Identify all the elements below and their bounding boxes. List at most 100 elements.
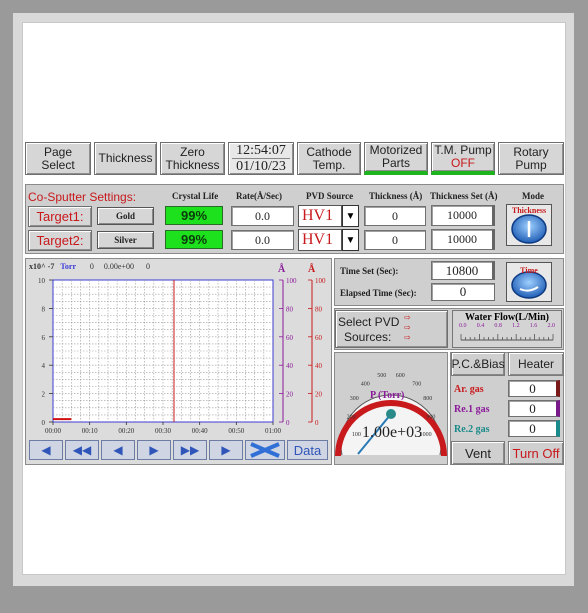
col-thickness-set: Thickness Set (Å): [430, 191, 498, 201]
zero-thickness-button[interactable]: Zero Thickness: [160, 142, 225, 175]
y-mid-tick-label: 40: [286, 362, 294, 370]
y-right-tick-label: 0: [315, 419, 319, 427]
re1-gas-input[interactable]: 0: [508, 400, 560, 417]
re2-gas-label: Re.2 gas: [454, 424, 490, 435]
wf-tick-0: 0.0: [459, 323, 467, 329]
re2-gas-input[interactable]: 0: [508, 420, 560, 437]
page-select-button[interactable]: Page Select: [25, 142, 91, 175]
target2-source-select[interactable]: HV1: [298, 229, 342, 251]
target2-source-dropdown[interactable]: ▼: [342, 229, 359, 251]
pc-bias-button[interactable]: P.C.&Bias: [451, 352, 505, 376]
target1-source-value: HV1: [302, 207, 334, 224]
wf-tick-3: 1.2: [512, 323, 520, 329]
time-mode-label: Time: [520, 266, 538, 275]
turn-off-button[interactable]: Turn Off: [508, 441, 564, 465]
gauge-hub: [386, 409, 396, 419]
nav-forward-button[interactable]: ▶: [137, 440, 171, 460]
arrow-right-icon: ⇨: [404, 323, 411, 332]
y-left-tick-label: 8: [42, 305, 46, 313]
gauge-scale-label: 600: [396, 373, 405, 379]
nav-fast-forward-button[interactable]: ▶▶: [173, 440, 207, 460]
motorized-parts-line2: Parts: [381, 156, 410, 170]
ar-gas-input[interactable]: 0: [508, 380, 560, 397]
target1-crystal-life-value: 99%: [180, 208, 208, 223]
step-back-icon: ◀: [113, 443, 123, 457]
gauge-scale-label: 200: [347, 414, 356, 420]
elapsed-time-value: 0: [459, 284, 467, 299]
target1-thickness: 0: [364, 206, 426, 226]
select-pvd-label-1: Select PVD: [338, 315, 400, 329]
motorized-parts-button[interactable]: Motorized Parts: [364, 142, 428, 175]
nav-last-button[interactable]: ▶: [209, 440, 243, 460]
y-right-tick-label: 20: [315, 391, 323, 399]
gauge-scale-label: 300: [350, 396, 359, 402]
vent-button[interactable]: Vent: [451, 441, 505, 465]
target1-label: Target1:: [36, 209, 84, 224]
nav-back-button[interactable]: ◀: [101, 440, 135, 460]
heater-button[interactable]: Heater: [508, 352, 564, 376]
target2-rate: 0.0: [231, 230, 294, 250]
target1-button[interactable]: Target1:: [28, 206, 92, 227]
y-mid-unit: Å: [278, 263, 286, 275]
gauge-scale-label: 700: [412, 381, 421, 387]
target1-material[interactable]: Gold: [97, 207, 154, 225]
time-set-input[interactable]: 10800: [431, 261, 495, 280]
target1-rate-value: 0.0: [255, 208, 270, 223]
cathode-temp-button[interactable]: Cathode Temp.: [297, 142, 361, 175]
co-sputter-title: Co-Sputter Settings:: [28, 190, 137, 204]
target1-thickness-set-value: 10000: [447, 208, 477, 222]
y-right-tick-label: 80: [315, 305, 323, 313]
mode-thickness-button[interactable]: Thickness: [506, 204, 552, 246]
col-mode: Mode: [522, 191, 544, 201]
zoom-button[interactable]: [245, 440, 285, 460]
target1-source-dropdown[interactable]: ▼: [342, 205, 359, 227]
thickness-button[interactable]: Thickness: [94, 142, 157, 175]
select-pvd-sources-button[interactable]: Select PVD Sources:: [335, 310, 448, 348]
water-flow-ticks: [460, 334, 554, 341]
water-flow-scale: 0.0 0.4 0.8 1.2 1.6 2.0: [453, 323, 561, 329]
ar-gas-label: Ar. gas: [454, 384, 484, 395]
y-left-tick-label: 6: [42, 334, 46, 342]
pressure-chart: 1086420Å100806040200Å10080604020000:00 00…: [38, 263, 326, 435]
target1-source-select[interactable]: HV1: [298, 205, 342, 227]
y-right-tick-label: 100: [315, 277, 326, 285]
col-rate: Rate(Å/Sec): [236, 191, 282, 201]
data-button[interactable]: Data: [287, 440, 328, 460]
target1-thickness-set-input[interactable]: 10000: [431, 205, 495, 226]
y-left-tick-label: 0: [42, 419, 46, 427]
y-left-tick-label: 10: [38, 277, 46, 285]
col-thickness: Thickness (Å): [369, 191, 423, 201]
vent-label: Vent: [464, 445, 492, 461]
wf-tick-4: 1.6: [529, 323, 538, 329]
nav-first-button[interactable]: ◀: [29, 440, 63, 460]
gauge-label: P (Torr): [370, 390, 405, 401]
gauge-value: 1.00e+03: [362, 424, 423, 441]
target2-thickness-value: 0: [392, 232, 398, 247]
time-mode-button[interactable]: Time: [506, 262, 552, 302]
re1-gas-label: Re.1 gas: [454, 404, 490, 415]
mode-label: Thickness: [511, 206, 547, 215]
nav-fast-back-button[interactable]: ◀◀: [65, 440, 99, 460]
x-tick-label: 00:20: [118, 427, 134, 435]
x-tick-label: 01:00: [265, 427, 281, 435]
y-mid-tick-label: 100: [286, 277, 297, 285]
x-tick-label: 00:00: [45, 427, 61, 435]
y-mid-tick-label: 60: [286, 334, 294, 342]
elapsed-time-label: Elapsed Time (Sec):: [340, 288, 417, 298]
target2-material[interactable]: Silver: [97, 231, 154, 249]
fast-forward-icon: ▶▶: [180, 443, 200, 457]
target2-source-value: HV1: [302, 231, 334, 248]
rotary-pump-button[interactable]: Rotary Pump: [498, 142, 564, 175]
pc-bias-label: P.C.&Bias: [451, 357, 505, 371]
elapsed-time-display: 0: [431, 283, 495, 301]
target2-rate-value: 0.0: [255, 232, 270, 247]
y-left-tick-label: 2: [42, 391, 46, 399]
pvd-indicator-arrows: ⇨ ⇨ ⇨: [404, 313, 411, 343]
gauge-scale-label: 800: [423, 396, 432, 402]
target1-material-label: Gold: [115, 211, 135, 221]
target1-rate: 0.0: [231, 206, 294, 226]
target2-thickness-set-input[interactable]: 10000: [431, 229, 495, 250]
y-mid-tick-label: 80: [286, 305, 294, 313]
tm-pump-button[interactable]: T.M. Pump OFF: [431, 142, 495, 175]
target2-button[interactable]: Target2:: [28, 230, 92, 251]
